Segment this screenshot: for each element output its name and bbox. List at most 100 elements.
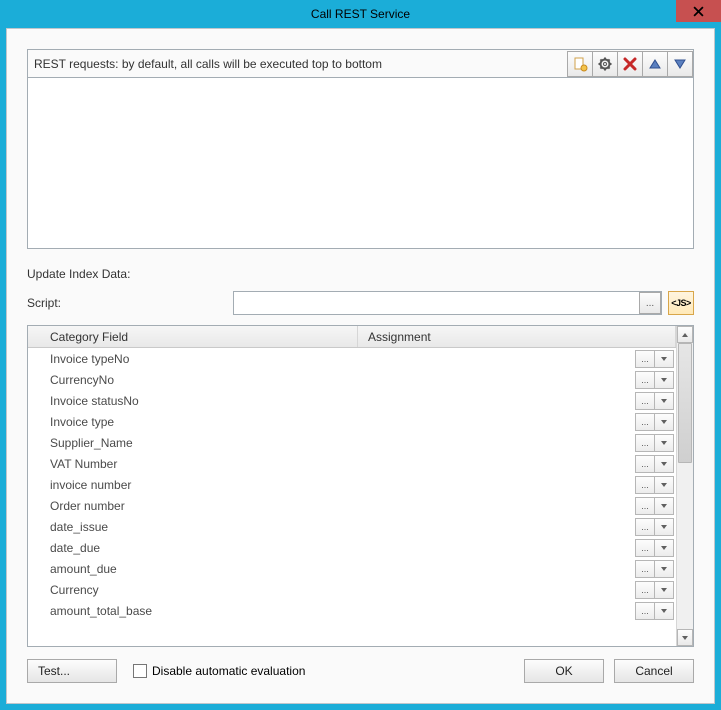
assignment-browse-button[interactable]: ... <box>635 602 655 620</box>
cell-category-field: date_issue <box>28 520 358 534</box>
settings-request-button[interactable] <box>592 51 618 77</box>
table-row[interactable]: amount_total_base... <box>28 600 676 621</box>
assignment-browse-button[interactable]: ... <box>635 413 655 431</box>
assignment-browse-button[interactable]: ... <box>635 350 655 368</box>
script-input-wrap: ... <box>233 291 662 315</box>
cell-category-field: Currency <box>28 583 358 597</box>
chevron-down-icon <box>660 460 668 468</box>
assignment-browse-button[interactable]: ... <box>635 455 655 473</box>
window-title: Call REST Service <box>311 7 410 21</box>
cell-assignment: ... <box>358 497 676 515</box>
chevron-down-icon <box>660 586 668 594</box>
chevron-up-icon <box>681 331 689 339</box>
chevron-down-icon <box>660 523 668 531</box>
assignment-browse-button[interactable]: ... <box>635 392 655 410</box>
assignment-dropdown-button[interactable] <box>654 497 674 515</box>
assignment-dropdown-button[interactable] <box>654 476 674 494</box>
chevron-down-icon <box>660 607 668 615</box>
table-row[interactable]: Invoice typeNo... <box>28 348 676 369</box>
scroll-up-button[interactable] <box>677 326 693 343</box>
cell-category-field: Invoice type <box>28 415 358 429</box>
chevron-down-icon <box>660 397 668 405</box>
assignment-dropdown-button[interactable] <box>654 560 674 578</box>
assignment-dropdown-button[interactable] <box>654 392 674 410</box>
table-row[interactable]: Invoice type... <box>28 411 676 432</box>
test-button[interactable]: Test... <box>27 659 117 683</box>
ok-button[interactable]: OK <box>524 659 604 683</box>
scroll-thumb[interactable] <box>678 343 692 463</box>
index-table: Category Field Assignment Invoice typeNo… <box>27 325 694 647</box>
assignment-dropdown-button[interactable] <box>654 455 674 473</box>
table-header: Category Field Assignment <box>28 326 676 348</box>
table-scrollbar[interactable] <box>676 326 693 646</box>
move-up-button[interactable] <box>642 51 668 77</box>
scroll-track[interactable] <box>677 343 693 629</box>
disable-auto-eval-checkbox[interactable] <box>133 664 147 678</box>
assignment-browse-button[interactable]: ... <box>635 371 655 389</box>
assignment-dropdown-button[interactable] <box>654 434 674 452</box>
delete-request-button[interactable] <box>617 51 643 77</box>
cell-category-field: Invoice typeNo <box>28 352 358 366</box>
assignment-browse-button[interactable]: ... <box>635 539 655 557</box>
column-assignment[interactable]: Assignment <box>358 326 676 347</box>
scroll-down-button[interactable] <box>677 629 693 646</box>
disable-auto-eval-wrap: Disable automatic evaluation <box>133 664 305 678</box>
cell-category-field: amount_total_base <box>28 604 358 618</box>
assignment-dropdown-button[interactable] <box>654 350 674 368</box>
column-category-field[interactable]: Category Field <box>28 326 358 347</box>
rest-requests-list[interactable] <box>28 78 693 248</box>
assignment-dropdown-button[interactable] <box>654 413 674 431</box>
chevron-down-icon <box>660 355 668 363</box>
titlebar[interactable]: Call REST Service <box>0 0 721 28</box>
script-browse-button[interactable]: ... <box>639 292 661 314</box>
rest-requests-label: REST requests: by default, all calls wil… <box>28 57 568 71</box>
cell-assignment: ... <box>358 560 676 578</box>
script-js-button[interactable]: <JS> <box>668 291 694 315</box>
disable-auto-eval-label: Disable automatic evaluation <box>152 664 305 678</box>
cell-assignment: ... <box>358 518 676 536</box>
cell-category-field: CurrencyNo <box>28 373 358 387</box>
table-body: Invoice typeNo...CurrencyNo...Invoice st… <box>28 348 676 646</box>
table-row[interactable]: Order number... <box>28 495 676 516</box>
assignment-dropdown-button[interactable] <box>654 518 674 536</box>
table-row[interactable]: Invoice statusNo... <box>28 390 676 411</box>
close-button[interactable] <box>676 0 721 22</box>
chevron-down-icon <box>660 439 668 447</box>
table-row[interactable]: amount_due... <box>28 558 676 579</box>
script-input[interactable] <box>234 292 639 314</box>
assignment-dropdown-button[interactable] <box>654 539 674 557</box>
new-request-button[interactable] <box>567 51 593 77</box>
table-row[interactable]: date_due... <box>28 537 676 558</box>
table-row[interactable]: Supplier_Name... <box>28 432 676 453</box>
table-row[interactable]: date_issue... <box>28 516 676 537</box>
chevron-down-icon <box>660 502 668 510</box>
cell-assignment: ... <box>358 539 676 557</box>
assignment-dropdown-button[interactable] <box>654 581 674 599</box>
assignment-browse-button[interactable]: ... <box>635 434 655 452</box>
cell-assignment: ... <box>358 434 676 452</box>
chevron-down-icon <box>681 634 689 642</box>
move-down-button[interactable] <box>667 51 693 77</box>
footer: Test... Disable automatic evaluation OK … <box>27 659 694 683</box>
assignment-browse-button[interactable]: ... <box>635 497 655 515</box>
table-row[interactable]: VAT Number... <box>28 453 676 474</box>
chevron-down-icon <box>660 481 668 489</box>
cell-assignment: ... <box>358 581 676 599</box>
assignment-browse-button[interactable]: ... <box>635 581 655 599</box>
assignment-dropdown-button[interactable] <box>654 602 674 620</box>
cell-category-field: amount_due <box>28 562 358 576</box>
assignment-browse-button[interactable]: ... <box>635 560 655 578</box>
assignment-dropdown-button[interactable] <box>654 371 674 389</box>
cell-category-field: Invoice statusNo <box>28 394 358 408</box>
chevron-down-icon <box>660 376 668 384</box>
table-row[interactable]: CurrencyNo... <box>28 369 676 390</box>
assignment-browse-button[interactable]: ... <box>635 518 655 536</box>
client-area: REST requests: by default, all calls wil… <box>6 28 715 704</box>
table-row[interactable]: Currency... <box>28 579 676 600</box>
cell-assignment: ... <box>358 476 676 494</box>
assignment-browse-button[interactable]: ... <box>635 476 655 494</box>
table-row[interactable]: invoice number... <box>28 474 676 495</box>
cell-category-field: Supplier_Name <box>28 436 358 450</box>
cancel-button[interactable]: Cancel <box>614 659 694 683</box>
rest-requests-header: REST requests: by default, all calls wil… <box>28 50 693 78</box>
